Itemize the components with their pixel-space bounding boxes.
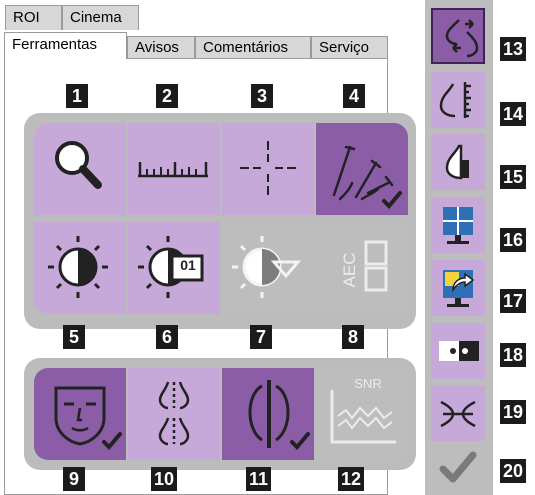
callout-badge: 1 (66, 84, 88, 108)
face-mask-icon (54, 386, 122, 450)
aec-tool-button[interactable]: AEC (316, 222, 408, 314)
annotation-tool-button[interactable] (316, 123, 408, 215)
checkmark-icon (382, 191, 402, 209)
checkmark-icon (102, 432, 122, 450)
callout-badge: 19 (500, 400, 527, 424)
crosshair-icon (240, 141, 296, 195)
callout-badge: 9 (63, 467, 85, 491)
snr-label: SNR (354, 376, 382, 391)
callout-badge: 8 (342, 325, 364, 349)
magnifier-tool-button[interactable] (34, 123, 126, 215)
callout-badge: 16 (500, 228, 527, 252)
checkmark-icon (290, 432, 310, 450)
callout-badge: 7 (250, 325, 272, 349)
breast-outline-icon (158, 381, 190, 446)
callout-badge: 3 (251, 84, 273, 108)
callout-badge: 13 (500, 37, 527, 61)
crosshair-tool-button[interactable] (222, 123, 314, 215)
contrast-icon (48, 236, 108, 298)
snr-tool-button[interactable]: SNR (316, 368, 408, 460)
callout-badge: 6 (156, 325, 178, 349)
callout-badge: 11 (246, 467, 272, 491)
callout-badge: 2 (156, 84, 178, 108)
breast-outline-tool-button[interactable] (128, 368, 220, 460)
ruler-icon (138, 162, 208, 178)
contrast-preset-tool-button[interactable]: 01 (128, 222, 220, 314)
callout-badge: 15 (500, 165, 527, 189)
callout-badge: 18 (500, 343, 527, 367)
magnifier-icon (55, 141, 102, 189)
callout-badge: 10 (151, 467, 178, 491)
tools-screen: ROI Cinema Ferramentas Avisos Comentário… (0, 0, 535, 495)
callout-badge: 4 (343, 84, 365, 108)
callout-badge: 20 (500, 459, 527, 483)
callout-badge: 12 (338, 467, 365, 491)
annotation-pens-icon (332, 145, 402, 209)
contrast-tool-button[interactable] (34, 222, 126, 314)
callout-badge: 14 (500, 102, 527, 126)
aec-icon (364, 240, 388, 292)
preset-label: 01 (180, 257, 196, 273)
auto-contrast-tool-button[interactable] (222, 222, 314, 314)
aec-label: AEC (340, 252, 359, 288)
auto-contrast-icon (232, 236, 302, 298)
implant-tool-button[interactable] (222, 368, 314, 460)
ruler-tool-button[interactable] (128, 123, 220, 215)
callout-badge: 17 (500, 289, 527, 313)
face-mask-tool-button[interactable] (34, 368, 126, 460)
implant-icon (248, 380, 310, 450)
callout-badge: 5 (63, 325, 85, 349)
contrast-preset-icon (138, 236, 204, 298)
